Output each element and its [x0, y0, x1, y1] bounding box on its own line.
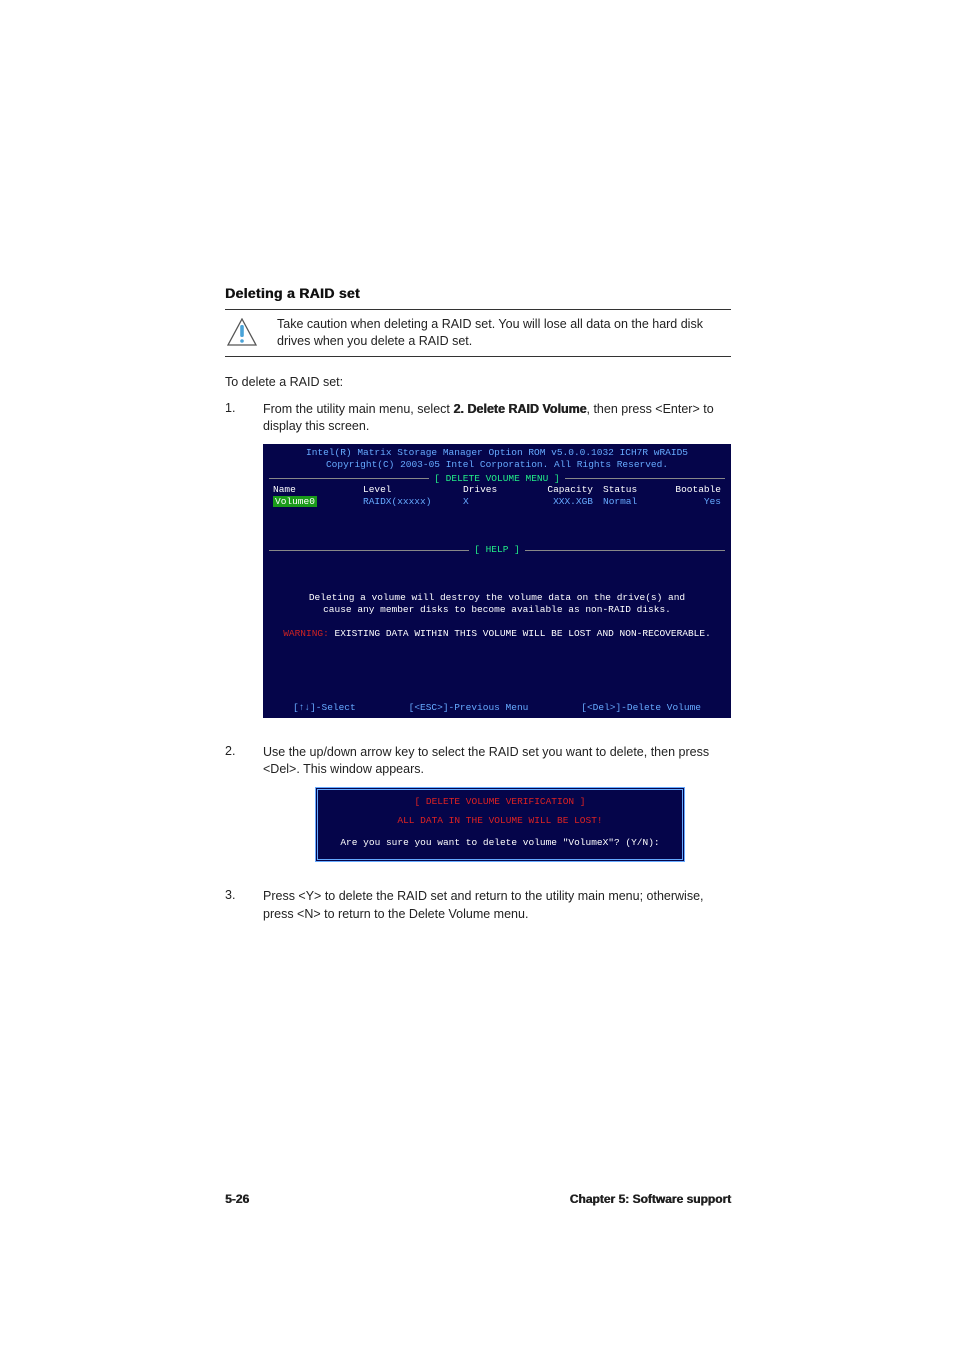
volume-table-header: Name Level Drives Capacity Status Bootab…: [263, 484, 731, 496]
hdr-status: Status: [593, 484, 653, 496]
step-body: Use the up/down arrow key to select the …: [263, 744, 731, 779]
key-select: [↑↓]-Select: [293, 702, 356, 714]
key-delete-volume: [<Del>]-Delete Volume: [581, 702, 701, 714]
step-body: From the utility main menu, select 2. De…: [263, 401, 731, 436]
hdr-level: Level: [363, 484, 463, 496]
step-2: 2. Use the up/down arrow key to select t…: [225, 744, 731, 779]
caution-icon: [225, 316, 259, 346]
step-text-prefix: From the utility main menu, select: [263, 402, 453, 416]
hdr-drives: Drives: [463, 484, 523, 496]
panel-title-line2: Copyright(C) 2003-05 Intel Corporation. …: [263, 459, 731, 473]
warning-label: WARNING:: [283, 628, 329, 639]
warning-text: EXISTING DATA WITHIN THIS VOLUME WILL BE…: [329, 628, 711, 639]
row-status: Normal: [593, 496, 653, 508]
help-warning: WARNING: EXISTING DATA WITHIN THIS VOLUM…: [283, 628, 711, 640]
volume-table-row: Volume0 RAIDX(xxxxx) X XXX.XGB Normal Ye…: [263, 496, 731, 508]
verification-warning: ALL DATA IN THE VOLUME WILL BE LOST!: [318, 815, 682, 827]
help-text: Deleting a volume will destroy the volum…: [263, 592, 731, 640]
intro-text: To delete a RAID set:: [225, 375, 731, 389]
bios-delete-volume-panel: Intel(R) Matrix Storage Manager Option R…: [263, 444, 731, 718]
step-number: 1.: [225, 401, 245, 415]
row-level: RAIDX(xxxxx): [363, 496, 463, 508]
caution-block: Take caution when deleting a RAID set. Y…: [225, 309, 731, 357]
panel-help-label: [ HELP ]: [263, 544, 731, 556]
panel-key-hints: [↑↓]-Select [<ESC>]-Previous Menu [<Del>…: [263, 700, 731, 718]
row-bootable: Yes: [653, 496, 721, 508]
key-previous-menu: [<ESC>]-Previous Menu: [409, 702, 529, 714]
step-bold-text: 2. Delete RAID Volume: [453, 402, 586, 416]
help-line2: cause any member disks to become availab…: [283, 604, 711, 616]
row-capacity: XXX.XGB: [523, 496, 593, 508]
step-1: 1. From the utility main menu, select 2.…: [225, 401, 731, 436]
page-number: 5-26: [225, 1192, 249, 1206]
caution-text: Take caution when deleting a RAID set. Y…: [277, 316, 731, 350]
row-name-highlight: Volume0: [273, 496, 317, 507]
help-line1: Deleting a volume will destroy the volum…: [283, 592, 711, 604]
hdr-bootable: Bootable: [653, 484, 721, 496]
verification-title: [ DELETE VOLUME VERIFICATION ]: [318, 796, 682, 808]
verification-prompt: Are you sure you want to delete volume "…: [318, 837, 682, 849]
step-number: 2.: [225, 744, 245, 758]
bios-verification-panel: [ DELETE VOLUME VERIFICATION ] ALL DATA …: [315, 787, 685, 863]
step-3: 3. Press <Y> to delete the RAID set and …: [225, 888, 731, 923]
panel-title-line1: Intel(R) Matrix Storage Manager Option R…: [263, 444, 731, 459]
step-body: Press <Y> to delete the RAID set and ret…: [263, 888, 731, 923]
page-footer: 5-26 Chapter 5: Software support: [225, 1192, 731, 1206]
row-name: Volume0: [273, 496, 363, 508]
step-number: 3.: [225, 888, 245, 902]
row-drives: X: [463, 496, 523, 508]
panel-menu-label: [ DELETE VOLUME MENU ]: [263, 473, 731, 485]
hdr-name: Name: [273, 484, 363, 496]
hdr-capacity: Capacity: [523, 484, 593, 496]
section-heading: Deleting a RAID set: [225, 285, 731, 301]
chapter-label: Chapter 5: Software support: [570, 1192, 731, 1206]
